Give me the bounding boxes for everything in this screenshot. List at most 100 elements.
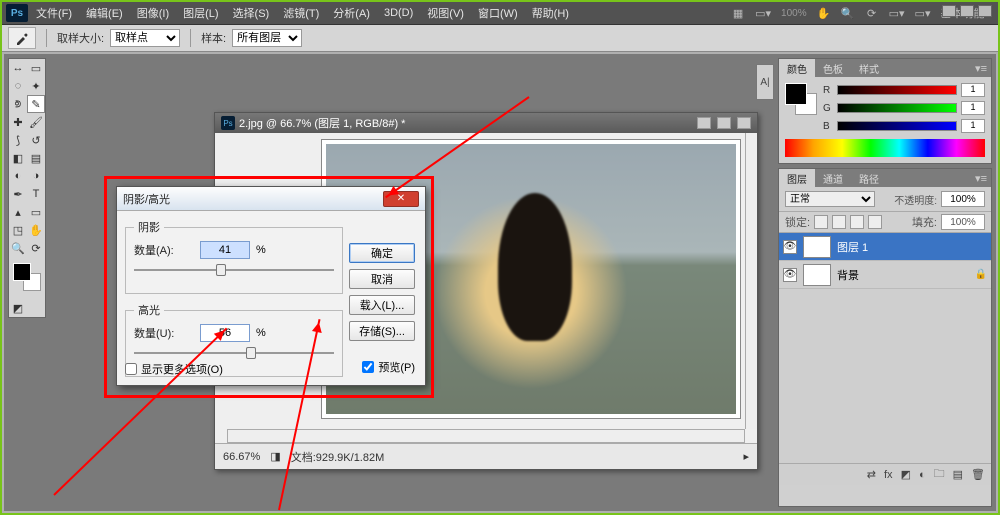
- scrollbar-vertical[interactable]: [745, 133, 757, 429]
- rotate-icon[interactable]: ⟳: [861, 4, 883, 22]
- g-slider[interactable]: [837, 103, 957, 113]
- dialog-close-button[interactable]: ✕: [383, 191, 419, 207]
- history-brush-tool[interactable]: ↺: [27, 131, 45, 149]
- type-tool[interactable]: T: [27, 185, 45, 203]
- menu-layer[interactable]: 图层(L): [177, 2, 224, 24]
- visibility-icon[interactable]: 👁: [783, 268, 797, 282]
- eraser-tool[interactable]: ◧: [9, 149, 27, 167]
- doc-maximize[interactable]: [717, 117, 731, 129]
- cancel-button[interactable]: 取消: [349, 269, 415, 289]
- minimize-button[interactable]: [942, 5, 956, 17]
- color-panel-menu[interactable]: ▾≡: [971, 62, 991, 75]
- menu-edit[interactable]: 编辑(E): [80, 2, 129, 24]
- zoom-icon[interactable]: 🔍: [837, 4, 859, 22]
- scrollbar-horizontal[interactable]: [227, 429, 745, 443]
- layer-row[interactable]: 👁 图层 1: [779, 233, 991, 261]
- layers-panel-menu[interactable]: ▾≡: [971, 172, 991, 185]
- zoom-status[interactable]: 66.67%: [223, 451, 260, 463]
- lock-position-icon[interactable]: [850, 215, 864, 229]
- g-value[interactable]: 1: [961, 101, 985, 115]
- opacity-value[interactable]: 100%: [941, 191, 985, 207]
- quickmask-toggle[interactable]: ◩: [9, 299, 27, 317]
- layer-row[interactable]: 👁 背景 🔒: [779, 261, 991, 289]
- dodge-tool[interactable]: ◑: [27, 167, 45, 185]
- tab-color[interactable]: 颜色: [779, 59, 815, 78]
- save-button[interactable]: 存储(S)...: [349, 321, 415, 341]
- tab-swatches[interactable]: 色板: [815, 59, 851, 78]
- layer-list[interactable]: 👁 图层 1 👁 背景 🔒: [779, 233, 991, 463]
- menu-3d[interactable]: 3D(D): [378, 4, 419, 22]
- r-slider[interactable]: [837, 85, 957, 95]
- document-titlebar[interactable]: Ps 2.jpg @ 66.7% (图层 1, RGB/8#) *: [215, 113, 757, 133]
- bridge-icon[interactable]: ▦: [727, 4, 749, 22]
- 3d-tool[interactable]: ◳: [9, 221, 27, 239]
- highlight-slider[interactable]: [134, 346, 334, 360]
- fx-icon[interactable]: fx: [884, 469, 893, 481]
- menu-file[interactable]: 文件(F): [30, 2, 78, 24]
- stamp-tool[interactable]: ⟆: [9, 131, 27, 149]
- blend-mode-select[interactable]: 正常: [785, 191, 875, 207]
- shape-tool[interactable]: ▭: [27, 203, 45, 221]
- panel-color-swatch[interactable]: [785, 83, 817, 115]
- path-select-tool[interactable]: ▴: [9, 203, 27, 221]
- tab-channels[interactable]: 通道: [815, 169, 851, 188]
- lock-transparency-icon[interactable]: [814, 215, 828, 229]
- shadow-slider[interactable]: [134, 263, 334, 277]
- spectrum-bar[interactable]: [785, 139, 985, 157]
- doc-info-icon[interactable]: ◨: [270, 450, 280, 463]
- tab-layers[interactable]: 图层: [779, 169, 815, 188]
- eyedropper-tool[interactable]: ✎: [27, 95, 45, 113]
- link-layers-icon[interactable]: ⇄: [867, 468, 876, 481]
- character-panel-tab[interactable]: A|: [756, 64, 774, 100]
- preview-checkbox[interactable]: [362, 361, 374, 373]
- arrange-dropdown[interactable]: ▭▾: [885, 7, 909, 20]
- sample-select[interactable]: 所有图层: [232, 29, 302, 47]
- menu-help[interactable]: 帮助(H): [526, 2, 575, 24]
- menu-image[interactable]: 图像(I): [131, 2, 175, 24]
- menu-filter[interactable]: 滤镜(T): [277, 2, 325, 24]
- brush-tool[interactable]: 🖌: [27, 113, 45, 131]
- marquee-tool[interactable]: ▭: [27, 59, 45, 77]
- shadow-amount-input[interactable]: [200, 241, 250, 259]
- gradient-tool[interactable]: ▤: [27, 149, 45, 167]
- ok-button[interactable]: 确定: [349, 243, 415, 263]
- lock-pixels-icon[interactable]: [832, 215, 846, 229]
- close-button[interactable]: [978, 5, 992, 17]
- lasso-tool[interactable]: ◌: [9, 77, 27, 95]
- pen-tool[interactable]: ✒: [9, 185, 27, 203]
- visibility-icon[interactable]: 👁: [783, 240, 797, 254]
- maximize-button[interactable]: [960, 5, 974, 17]
- layer-name[interactable]: 图层 1: [837, 239, 868, 255]
- zoom-level[interactable]: 100%: [777, 8, 811, 19]
- fill-value[interactable]: 100%: [941, 214, 985, 230]
- tab-paths[interactable]: 路径: [851, 169, 887, 188]
- show-more-checkbox[interactable]: [125, 363, 137, 375]
- mask-icon[interactable]: ◩: [901, 468, 911, 481]
- group-icon[interactable]: 🗀: [934, 465, 945, 484]
- tab-styles[interactable]: 样式: [851, 59, 887, 78]
- lock-all-icon[interactable]: [868, 215, 882, 229]
- current-tool-eyedropper-icon[interactable]: [8, 27, 36, 49]
- adjustment-icon[interactable]: ◐: [919, 469, 926, 481]
- crop-tool[interactable]: ⟄: [9, 95, 27, 113]
- new-layer-icon[interactable]: ▤: [953, 468, 963, 481]
- highlight-amount-input[interactable]: [200, 324, 250, 342]
- move-tool[interactable]: ↔: [9, 59, 27, 77]
- zoom-tool[interactable]: 🔍: [9, 239, 27, 257]
- blur-tool[interactable]: ◐: [9, 167, 27, 185]
- status-menu[interactable]: ▸: [743, 450, 749, 463]
- screenmode2-dropdown[interactable]: ▭▾: [911, 7, 935, 20]
- b-slider[interactable]: [837, 121, 957, 131]
- quick-select-tool[interactable]: ✦: [27, 77, 45, 95]
- doc-minimize[interactable]: [697, 117, 711, 129]
- menu-analysis[interactable]: 分析(A): [327, 2, 376, 24]
- r-value[interactable]: 1: [961, 83, 985, 97]
- screen-mode-dropdown[interactable]: ▭▾: [751, 7, 775, 20]
- trash-icon[interactable]: 🗑: [971, 468, 985, 481]
- rotate-view-tool[interactable]: ⟳: [27, 239, 45, 257]
- heal-tool[interactable]: ✚: [9, 113, 27, 131]
- layer-name[interactable]: 背景: [837, 267, 859, 283]
- menu-view[interactable]: 视图(V): [421, 2, 470, 24]
- layer-thumbnail[interactable]: [803, 236, 831, 258]
- load-button[interactable]: 载入(L)...: [349, 295, 415, 315]
